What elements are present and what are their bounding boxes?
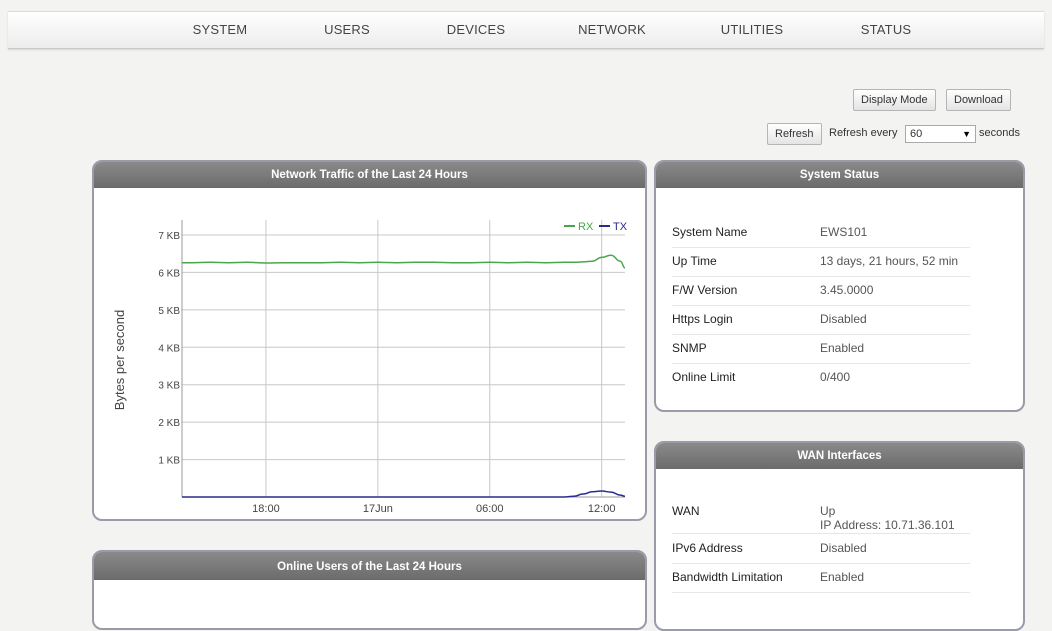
series-line-rx [181,254,626,269]
download-button[interactable]: Download [946,89,1011,111]
y-tick-label: 6 KB [158,268,180,279]
legend-tx-label: TX [613,221,628,233]
wan-label: Bandwidth Limitation [672,570,783,584]
x-tick-label: 06:00 [476,503,504,515]
status-label: Up Time [672,254,717,268]
network-traffic-panel: Network Traffic of the Last 24 Hours 1 K… [92,160,647,521]
wan-status: Up [820,504,836,518]
nav-utilities[interactable]: UTILITIES [721,12,783,48]
status-value: 3.45.0000 [820,283,874,297]
y-tick-label: 3 KB [158,381,180,392]
x-tick-label: 18:00 [252,503,280,515]
status-label: Https Login [672,312,733,326]
y-tick-label: 4 KB [158,343,180,354]
y-axis-label: Bytes per second [112,310,127,410]
online-users-panel: Online Users of the Last 24 Hours [92,550,647,630]
display-mode-button[interactable]: Display Mode [853,89,936,111]
refresh-button[interactable]: Refresh [767,123,822,145]
network-traffic-title: Network Traffic of the Last 24 Hours [94,162,645,188]
chart-legend: RX TX [564,221,628,233]
refresh-interval-select[interactable]: 60 ▼ [905,125,976,143]
top-nav: SYSTEM USERS DEVICES NETWORK UTILITIES S… [8,11,1044,49]
x-tick-label: 12:00 [588,503,616,515]
wan-ip-address: IP Address: 10.71.36.101 [820,518,955,532]
legend-rx-label: RX [578,221,594,233]
status-label: System Name [672,225,748,239]
nav-devices[interactable]: DEVICES [447,12,505,48]
nav-system[interactable]: SYSTEM [193,12,248,48]
status-row-https-login: Https Login Disabled [672,305,970,335]
wan-interfaces-title: WAN Interfaces [656,443,1023,469]
refresh-interval-value: 60 [910,128,923,140]
wan-row-ipv6: IPv6 Address Disabled [672,534,970,564]
status-label: F/W Version [672,283,738,297]
nav-network[interactable]: NETWORK [578,12,646,48]
status-value: 0/400 [820,370,851,384]
nav-users[interactable]: USERS [324,12,370,48]
wan-value: Enabled [820,570,865,584]
wan-label: IPv6 Address [672,541,743,555]
status-value: Disabled [820,312,867,326]
status-row-system-name: System Name EWS101 [672,218,970,248]
wan-label: WAN [672,504,700,518]
status-label: Online Limit [672,370,736,384]
traffic-chart: 1 KB 2 KB 3 KB 4 KB 5 KB 6 KB 7 KB 18:00 17Jun 06… [112,220,628,515]
x-tick-label: 17Jun [363,503,393,515]
wan-interfaces-panel: WAN Interfaces WAN Up IP Address: 10.71.… [654,441,1025,631]
status-value: Enabled [820,341,865,355]
dropdown-arrow-icon: ▼ [962,129,971,139]
y-tick-label: 2 KB [158,418,180,429]
nav-status[interactable]: STATUS [861,12,912,48]
online-users-title: Online Users of the Last 24 Hours [94,552,645,580]
status-row-snmp: SNMP Enabled [672,334,970,364]
status-value: EWS101 [820,225,868,239]
status-value: 13 days, 21 hours, 52 min [820,254,959,268]
seconds-label: seconds [979,127,1020,139]
series-line-tx [182,490,626,498]
status-row-online-limit: Online Limit 0/400 [672,363,970,392]
y-tick-label: 5 KB [158,306,180,317]
wan-row: WAN Up IP Address: 10.71.36.101 [672,497,970,534]
refresh-every-label: Refresh every [829,127,898,139]
y-tick-label: 1 KB [158,456,180,467]
status-label: SNMP [672,341,707,355]
y-tick-label: 7 KB [158,231,180,242]
system-status-title: System Status [656,162,1023,188]
status-row-up-time: Up Time 13 days, 21 hours, 52 min [672,247,970,277]
status-row-fw-version: F/W Version 3.45.0000 [672,276,970,306]
system-status-panel: System Status System Name EWS101 Up Time… [654,160,1025,412]
wan-value: Disabled [820,541,867,555]
wan-row-bandwidth-limitation: Bandwidth Limitation Enabled [672,563,970,593]
